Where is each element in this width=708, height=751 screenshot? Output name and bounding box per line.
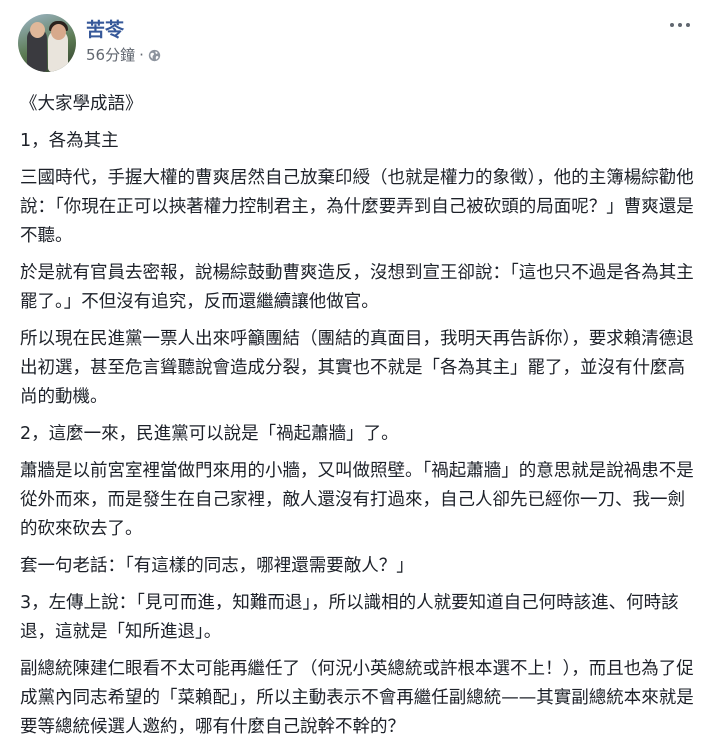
- post-timestamp[interactable]: 56分鐘: [86, 45, 135, 65]
- post-paragraph: 套一句老話：「有這樣的同志，哪裡還需要敵人？」: [20, 556, 414, 576]
- avatar-face-right: [51, 24, 66, 40]
- post-paragraph: 所以現在民進黨一票人出來呼籲團結（團結的真面目，我明天再告訴你），要求賴清德退出…: [20, 329, 694, 407]
- post-text: 《大家學成語》 1，各為其主 三國時代，手握大權的曹爽居然自己放棄印綬（也就是權…: [20, 90, 698, 750]
- more-dot: [686, 23, 690, 27]
- author-name[interactable]: 苦苓: [86, 18, 161, 42]
- facebook-post: 苦苓 56分鐘 · 《大家學成語》 1，各為其主 三國時代，手握大權的曹爽居然自…: [0, 0, 708, 751]
- post-header: 苦苓 56分鐘 ·: [18, 14, 161, 74]
- post-paragraph: 於是就有官員去密報，說楊綜鼓動曹爽造反，沒想到宣王卻說：「這也只不過是各為其主罷…: [20, 263, 694, 312]
- avatar-face-left: [30, 22, 45, 38]
- post-meta: 苦苓 56分鐘 ·: [86, 18, 161, 65]
- post-paragraph: 副總統陳建仁眼看不太可能再繼任了（何況小英總統或許根本選不上！），而且也為了促成…: [20, 659, 694, 737]
- post-timestamp-row: 56分鐘 ·: [86, 45, 161, 65]
- author-avatar[interactable]: [18, 14, 76, 72]
- more-dot: [670, 23, 674, 27]
- globe-icon[interactable]: [148, 49, 161, 62]
- post-paragraph: 3，左傳上說：「見可而進，知難而退」，所以識相的人就要知道自己何時該進、何時該退…: [20, 593, 679, 642]
- post-paragraph: 2，這麼一來，民進黨可以說是「禍起蕭牆」了。: [20, 424, 399, 444]
- more-dot: [678, 23, 682, 27]
- post-paragraph: 三國時代，手握大權的曹爽居然自己放棄印綬（也就是權力的象徵），他的主簿楊綜勸他說…: [20, 168, 694, 246]
- post-paragraph: 《大家學成語》: [20, 94, 143, 114]
- post-paragraph: 1，各為其主: [20, 131, 119, 151]
- post-paragraph: 蕭牆是以前宮室裡當做門來用的小牆，又叫做照壁。「禍起蕭牆」的意思就是說禍患不是從…: [20, 461, 694, 539]
- more-options-icon[interactable]: [666, 14, 694, 36]
- meta-separator: ·: [139, 46, 144, 64]
